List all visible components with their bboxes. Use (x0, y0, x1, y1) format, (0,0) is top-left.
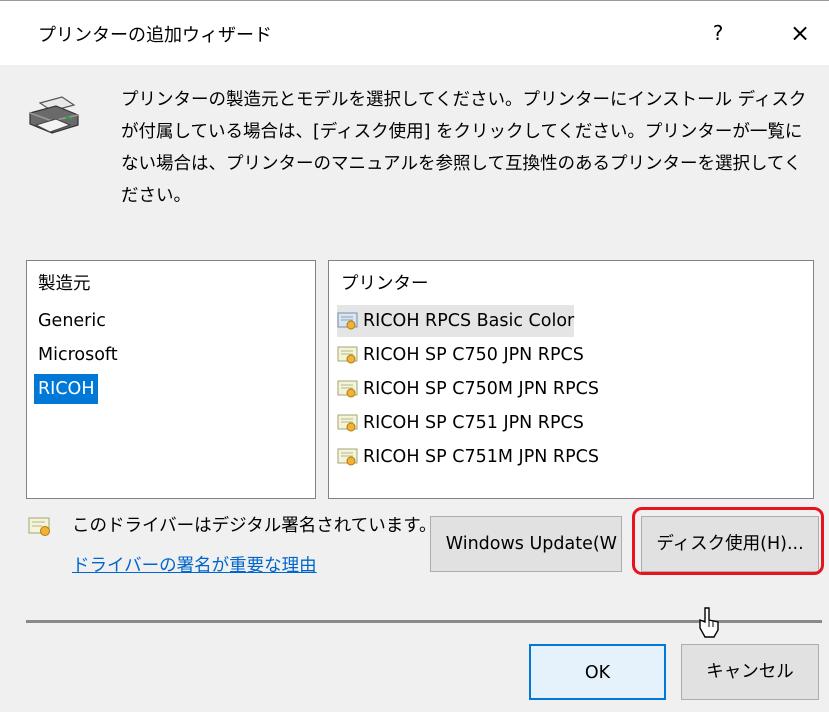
close-icon: × (789, 19, 811, 47)
signature-status-text: このドライバーはデジタル署名されています。 (72, 516, 437, 536)
printer-item[interactable]: RICOH SP C751M JPN RPCS (337, 441, 599, 473)
help-button[interactable]: ? (703, 15, 733, 51)
certificate-icon (337, 312, 358, 330)
signed-driver-icon (28, 517, 50, 536)
instruction-text: プリンターの製造元とモデルを選択してください。プリンターにインストール ディスク… (121, 90, 807, 206)
window-title: プリンターの追加ウィザード (38, 25, 272, 46)
certificate-icon (337, 346, 358, 364)
printer-item[interactable]: RICOH SP C751 JPN RPCS (337, 407, 584, 439)
have-disk-button[interactable]: ディスク使用(H)... (641, 516, 819, 572)
printer-icon (29, 96, 79, 134)
printer-item-label: RICOH RPCS Basic Color (363, 311, 575, 331)
title-bar: プリンターの追加ウィザード ? × (0, 0, 829, 65)
manufacturer-item-ricoh[interactable]: RICOH (34, 374, 99, 404)
windows-update-button[interactable]: Windows Update(W (430, 516, 622, 572)
certificate-icon (337, 380, 358, 398)
printer-item-label: RICOH SP C751 JPN RPCS (363, 413, 584, 433)
manufacturer-item-generic[interactable]: Generic (34, 306, 110, 336)
printer-item-label: RICOH SP C750 JPN RPCS (363, 345, 584, 365)
help-icon: ? (712, 21, 724, 45)
manufacturer-list[interactable]: 製造元 Generic Microsoft RICOH (26, 260, 316, 499)
certificate-icon (337, 414, 358, 432)
printer-item-label: RICOH SP C751M JPN RPCS (363, 447, 599, 467)
manufacturer-header: 製造元 (38, 274, 91, 294)
printer-header: プリンター (341, 274, 429, 294)
printer-item[interactable]: RICOH SP C750M JPN RPCS (337, 373, 599, 405)
printer-item[interactable]: RICOH RPCS Basic Color (337, 305, 575, 337)
printer-item-label: RICOH SP C750M JPN RPCS (363, 379, 599, 399)
mouse-cursor-icon (699, 607, 719, 638)
printer-item[interactable]: RICOH SP C750 JPN RPCS (337, 339, 584, 371)
close-button[interactable]: × (780, 15, 820, 51)
certificate-icon (337, 448, 358, 466)
cancel-button[interactable]: キャンセル (681, 644, 819, 700)
ok-button[interactable]: OK (529, 644, 666, 700)
signature-info-link[interactable]: ドライバーの署名が重要な理由 (72, 552, 317, 577)
manufacturer-item-microsoft[interactable]: Microsoft (34, 340, 122, 370)
printer-list[interactable]: プリンター RICOH RPCS Basic Color RICOH SP C7… (328, 260, 814, 499)
